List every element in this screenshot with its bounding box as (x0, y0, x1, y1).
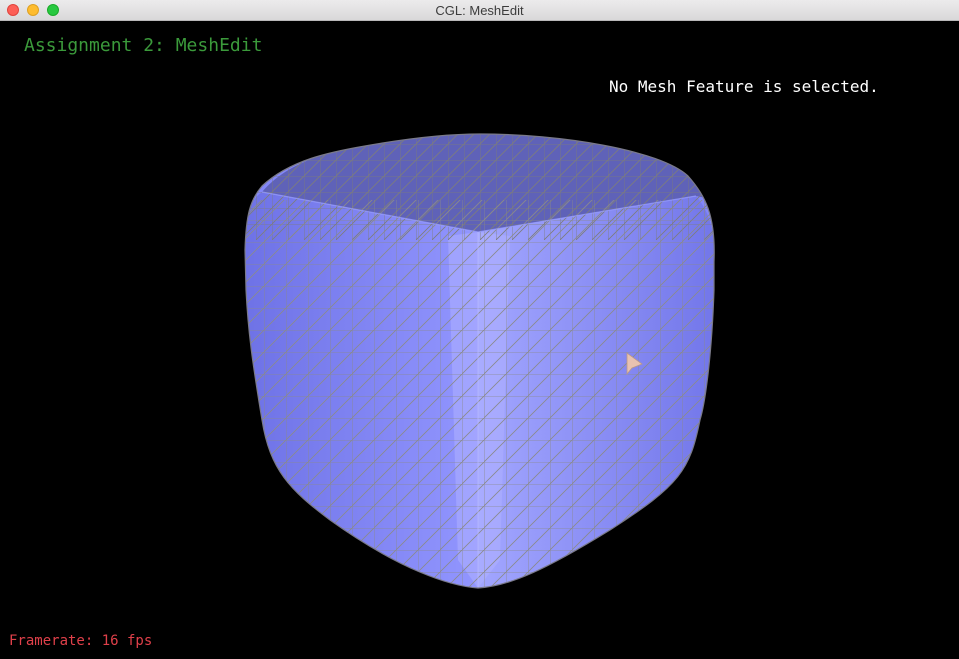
mesh-faces (245, 134, 715, 588)
assignment-heading: Assignment 2: MeshEdit (24, 35, 263, 56)
mesh-render[interactable] (0, 21, 959, 659)
framerate-readout: Framerate: 16 fps (9, 633, 153, 649)
window-title: CGL: MeshEdit (435, 3, 524, 18)
render-viewport[interactable]: Assignment 2: MeshEdit No Mesh Feature i… (0, 21, 959, 659)
title-bar[interactable]: CGL: MeshEdit (0, 0, 959, 21)
app-window: CGL: MeshEdit Assignment 2: MeshEdit No … (0, 0, 959, 659)
selection-status: No Mesh Feature is selected. (609, 77, 879, 96)
mouse-pointer-icon (626, 352, 643, 376)
